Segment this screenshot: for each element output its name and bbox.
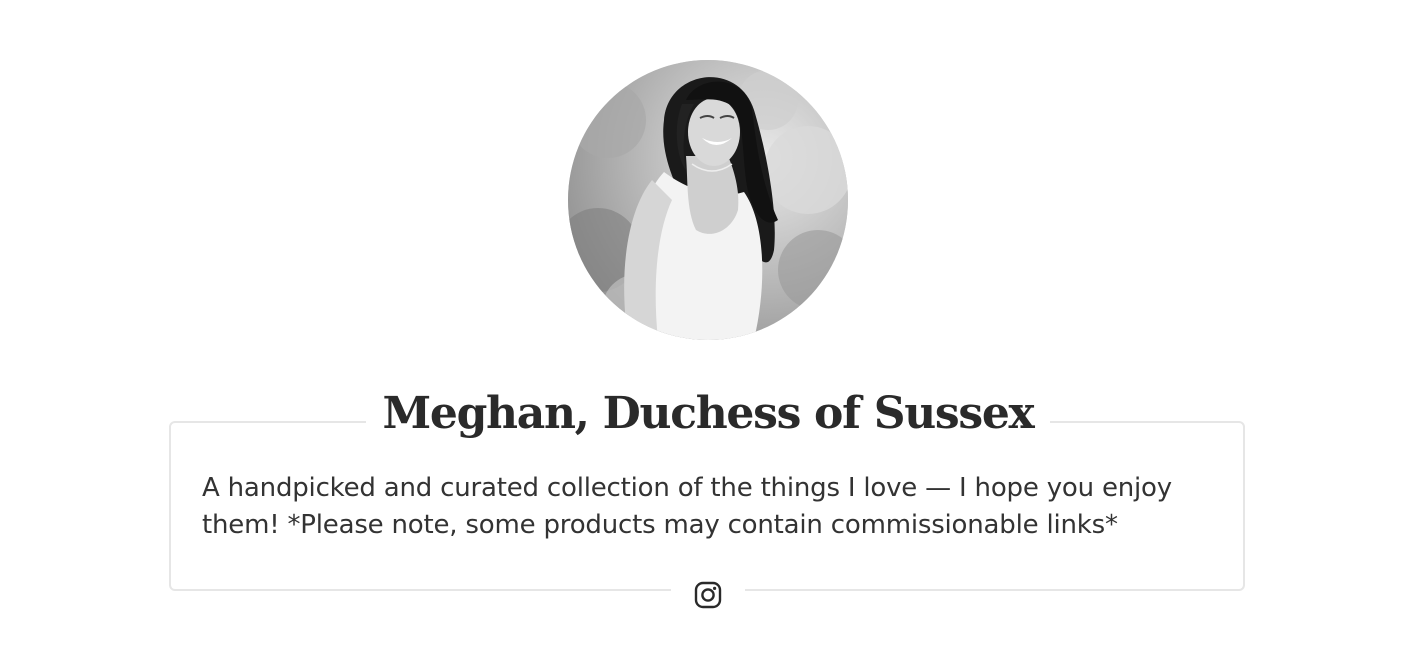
avatar-photo	[568, 60, 848, 340]
profile-name: Meghan, Duchess of Sussex	[366, 380, 1050, 448]
instagram-icon	[694, 581, 722, 609]
profile-avatar	[568, 60, 848, 340]
profile-bio: A handpicked and curated collection of t…	[202, 473, 1172, 540]
instagram-link[interactable]	[694, 581, 722, 609]
